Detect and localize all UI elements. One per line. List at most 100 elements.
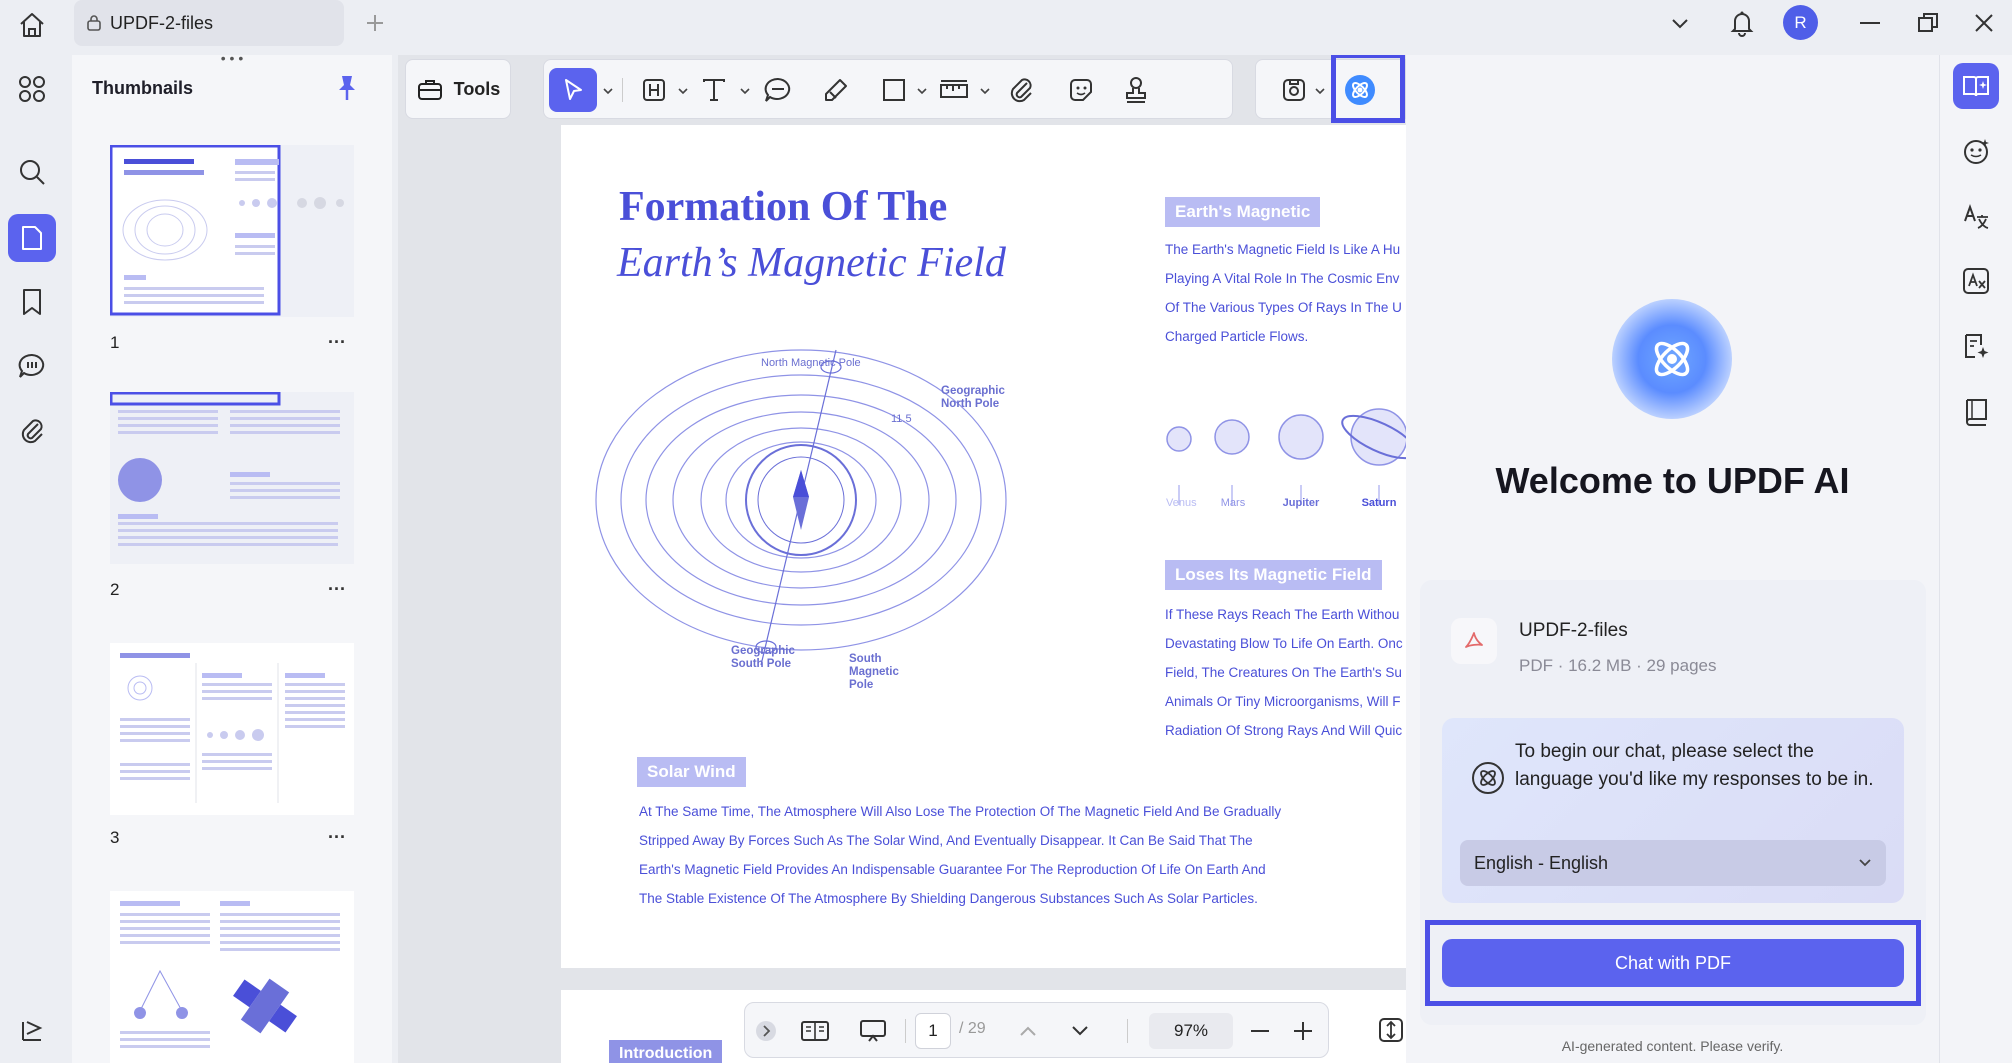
close-button[interactable] xyxy=(1962,4,2006,42)
chevron-up-icon xyxy=(1020,1026,1036,1036)
document-tab-title: UPDF-2-files xyxy=(110,12,214,33)
section-tag-loses-magnetic-field: Loses Its Magnetic Field xyxy=(1165,560,1382,590)
rectangle-icon xyxy=(883,79,905,101)
acrobat-icon xyxy=(1465,632,1483,648)
panel-grip[interactable]: • • • xyxy=(217,51,247,65)
comment-tool-button[interactable] xyxy=(756,68,800,112)
close-icon xyxy=(1975,14,1993,32)
page-title-line1: Formation Of The xyxy=(619,184,948,230)
grid-icon xyxy=(19,76,45,102)
translate-rail-button[interactable] xyxy=(1953,193,1999,239)
page-icon xyxy=(22,226,42,250)
search-button[interactable] xyxy=(8,148,56,196)
planet-label-mars: Mars xyxy=(1220,497,1246,509)
save-tool-button[interactable] xyxy=(1274,68,1314,112)
tools-label: Tools xyxy=(453,78,501,99)
current-page-input[interactable]: 1 xyxy=(915,1013,951,1049)
tools-button[interactable]: Tools xyxy=(405,59,511,119)
thumbnails-title: Thumbnails xyxy=(92,78,194,98)
paperclip-icon xyxy=(21,419,43,444)
chevron-down-icon[interactable] xyxy=(739,87,751,95)
chevron-down-icon[interactable] xyxy=(1314,87,1326,95)
home-button[interactable] xyxy=(13,6,51,44)
ai-disclaimer: AI-generated content. Please verify. xyxy=(1561,1038,1784,1054)
thumbnails-button[interactable] xyxy=(8,214,56,262)
language-select[interactable]: English - English xyxy=(1460,840,1886,886)
organize-pages-button[interactable] xyxy=(8,65,56,113)
document-workspace: Tools Formation Of The Earth’s Magnetic … xyxy=(398,55,1406,1063)
pin-panel-button[interactable] xyxy=(334,73,360,103)
ocr-rail-button[interactable] xyxy=(1953,258,1999,304)
bookmarks-button[interactable] xyxy=(8,278,56,326)
planet-label-jupiter: Jupiter xyxy=(1282,497,1320,509)
stamp-tool-button[interactable] xyxy=(1114,68,1158,112)
chevron-down-icon[interactable] xyxy=(602,87,614,95)
new-tab-button[interactable] xyxy=(362,10,388,36)
shape-tool-button[interactable] xyxy=(874,68,914,112)
pencil-tool-button[interactable] xyxy=(814,68,858,112)
sticker-tool-button[interactable] xyxy=(1059,68,1103,112)
ai-chat-rail-button[interactable] xyxy=(1953,128,1999,174)
fit-page-button[interactable] xyxy=(1376,1010,1406,1050)
chevron-down-icon[interactable] xyxy=(979,87,991,95)
select-tool-button[interactable] xyxy=(549,68,597,112)
ai-summary-rail-button[interactable] xyxy=(1953,323,1999,369)
bar-divider xyxy=(905,1019,906,1043)
document-tab[interactable]: UPDF-2-files xyxy=(74,0,344,46)
zoom-level[interactable]: 97% xyxy=(1149,1013,1233,1049)
highlight-tool-button[interactable] xyxy=(634,68,674,112)
layers-button[interactable] xyxy=(8,1007,56,1055)
notifications-button[interactable] xyxy=(1720,4,1764,42)
attachments-button[interactable] xyxy=(8,407,56,455)
tab-list-button[interactable] xyxy=(1658,4,1702,42)
bell-icon xyxy=(1730,11,1754,37)
bookmark-icon xyxy=(23,289,41,315)
attach-tool-button[interactable] xyxy=(999,68,1043,112)
updf-ai-panel: Welcome to UPDF AI UPDF-2-files PDF · 16… xyxy=(1406,55,1939,1063)
section-tag-introduction: Introduction xyxy=(609,1040,723,1063)
thumbnail-more-button[interactable]: ... xyxy=(328,327,346,348)
thumbnail-number: 1 xyxy=(110,333,120,352)
thumbnail-more-button[interactable]: ... xyxy=(328,822,346,843)
section3-text: At The Same Time, The Atmosphere Will Al… xyxy=(639,797,1281,913)
toolbar-divider xyxy=(622,78,623,102)
collapse-bar-button[interactable] xyxy=(751,1011,781,1051)
thumbnail-number: 3 xyxy=(110,828,120,847)
section2-line: Animals Or Tiny Microorganisms, Will F xyxy=(1165,694,1401,709)
zoom-in-button[interactable] xyxy=(1288,1011,1318,1051)
chat-with-pdf-button[interactable]: Chat with PDF xyxy=(1442,939,1904,987)
previous-page-button[interactable] xyxy=(1013,1011,1043,1051)
restore-button[interactable] xyxy=(1906,4,1950,42)
chevron-down-icon[interactable] xyxy=(677,87,689,95)
section1-line: Playing A Vital Role In The Cosmic Env xyxy=(1165,271,1400,286)
plus-icon xyxy=(1294,1022,1312,1040)
comment-icon xyxy=(764,77,791,102)
page-layout-button[interactable] xyxy=(795,1011,835,1051)
ai-face-icon xyxy=(1964,139,1989,164)
measure-tool-button[interactable] xyxy=(932,68,976,112)
language-prompt-card: To begin our chat, please select the lan… xyxy=(1442,718,1904,903)
zoom-out-button[interactable] xyxy=(1245,1011,1275,1051)
text-tool-button[interactable] xyxy=(694,68,734,112)
thumbnail-3-preview xyxy=(120,653,345,803)
thumbnail-more-button[interactable]: ... xyxy=(328,574,346,595)
minimize-icon xyxy=(1860,22,1880,24)
presentation-icon xyxy=(860,1020,886,1042)
ai-logo xyxy=(1612,299,1732,419)
next-page-button[interactable] xyxy=(1065,1011,1095,1051)
minimize-button[interactable] xyxy=(1848,4,1892,42)
heading-icon xyxy=(643,79,665,101)
reader-rail-button[interactable] xyxy=(1953,388,1999,434)
chevron-down-icon xyxy=(1072,1026,1088,1036)
thumbnail-page-4[interactable] xyxy=(110,891,354,1063)
thumbnail-page-1[interactable] xyxy=(110,145,354,317)
user-avatar[interactable]: R xyxy=(1783,5,1818,40)
comments-button[interactable] xyxy=(8,342,56,390)
thumbnail-page-3[interactable] xyxy=(110,643,354,815)
chevron-down-icon[interactable] xyxy=(916,87,928,95)
ai-assistant-rail-button[interactable] xyxy=(1953,63,1999,109)
ai-assistant-icon xyxy=(1654,341,1690,377)
thumbnail-page-2[interactable] xyxy=(110,392,354,564)
comment-icon xyxy=(18,353,45,378)
presentation-button[interactable] xyxy=(853,1011,893,1051)
